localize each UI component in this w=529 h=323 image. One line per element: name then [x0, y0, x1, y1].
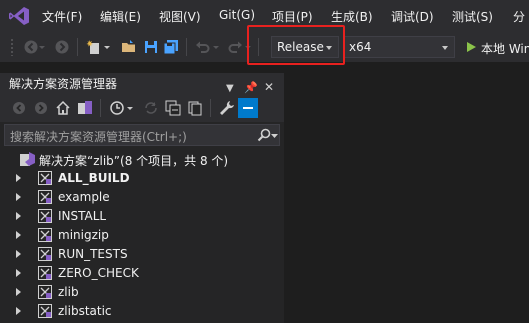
cmake-project-icon [38, 209, 52, 223]
menu-file[interactable]: 文件(F) [42, 8, 82, 25]
filter-dropdown-icon[interactable] [126, 99, 134, 117]
expand-arrow-icon[interactable] [16, 250, 21, 258]
toolbar-separator [186, 38, 187, 56]
tree-row[interactable]: zlibstatic [0, 302, 284, 321]
switch-views-icon[interactable] [76, 99, 94, 117]
search-placeholder: 搜索解决方案资源管理器(Ctrl+;) [10, 130, 187, 144]
forward-icon[interactable] [53, 38, 71, 56]
menu-analyze[interactable]: 分 [513, 8, 525, 25]
tree-row[interactable]: INSTALL [0, 207, 284, 226]
expand-arrow-icon[interactable] [16, 174, 21, 182]
undo-dropdown-icon[interactable] [212, 38, 220, 56]
menu-edit[interactable]: 编辑(E) [100, 8, 141, 25]
toolbar-grip[interactable] [10, 38, 14, 56]
menu-project[interactable]: 项目(P) [272, 8, 313, 25]
pending-changes-filter-icon[interactable] [108, 99, 126, 117]
tree-row[interactable]: ZERO_CHECK [0, 264, 284, 283]
cmake-project-icon [38, 266, 52, 280]
project-label: zlib [58, 285, 79, 299]
expand-arrow-icon[interactable] [16, 288, 21, 296]
new-dropdown-icon[interactable] [103, 38, 111, 56]
start-debugging-button[interactable]: 本地 Win [481, 40, 529, 57]
tree-row[interactable]: minigzip [0, 226, 284, 245]
search-options-chevron-icon[interactable] [271, 133, 278, 139]
solution-explorer-panel: 解决方案资源管理器 ▼ 📌 ✕ 搜索解决方案资源管理器(Ctrl+;) 解决方案… [0, 73, 284, 323]
solution-platform-select[interactable]: x64 [343, 36, 455, 58]
project-label: example [58, 190, 110, 204]
back-dropdown-icon[interactable] [38, 38, 46, 56]
undo-icon[interactable] [194, 38, 212, 56]
start-debugging-icon[interactable] [462, 38, 480, 56]
project-label: INSTALL [58, 209, 107, 223]
expand-arrow-icon[interactable] [16, 269, 21, 277]
sync-icon[interactable] [142, 99, 160, 117]
redo-icon[interactable] [226, 38, 244, 56]
toolbar-separator [210, 99, 211, 117]
solution-label: 解决方案“zlib”(8 个项目，共 8 个) [39, 154, 229, 168]
save-icon[interactable] [142, 38, 160, 56]
back-icon[interactable] [10, 99, 28, 117]
tree-row[interactable]: ALL_BUILD [0, 169, 284, 188]
project-label: ZERO_CHECK [58, 266, 139, 280]
menu-view[interactable]: 视图(V) [159, 8, 201, 25]
solution-icon [20, 152, 35, 166]
expand-arrow-icon[interactable] [16, 307, 21, 315]
tree-row[interactable]: zlib [0, 283, 284, 302]
visual-studio-logo-icon[interactable] [8, 6, 30, 26]
search-icon[interactable] [257, 128, 271, 142]
expand-arrow-icon[interactable] [16, 193, 21, 201]
solution-explorer-title: 解决方案资源管理器 [9, 77, 118, 91]
cmake-project-icon [38, 228, 52, 242]
solution-platform-value: x64 [349, 40, 372, 54]
menu-test[interactable]: 测试(S) [452, 8, 493, 25]
new-project-icon[interactable] [85, 38, 103, 56]
configuration-highlight-box [247, 25, 345, 65]
project-label: zlibstatic [58, 304, 112, 318]
cmake-project-icon [38, 190, 52, 204]
preview-selected-items-icon[interactable] [238, 98, 258, 118]
cmake-project-icon [38, 247, 52, 261]
project-label: ALL_BUILD [58, 171, 130, 185]
open-folder-icon[interactable] [120, 38, 138, 56]
show-all-files-icon[interactable] [186, 99, 204, 117]
expand-arrow-icon[interactable] [16, 231, 21, 239]
tree-row[interactable]: RUN_TESTS [0, 245, 284, 264]
toolbar-separator [100, 99, 101, 117]
menu-build[interactable]: 生成(B) [331, 8, 373, 25]
menu-debug[interactable]: 调试(D) [391, 8, 434, 25]
solution-explorer-search-input[interactable]: 搜索解决方案资源管理器(Ctrl+;) [4, 124, 280, 146]
solution-explorer-toolbar [0, 95, 284, 122]
expand-arrow-icon[interactable] [16, 212, 21, 220]
tree-row[interactable]: example [0, 188, 284, 207]
collapse-all-icon[interactable] [164, 99, 182, 117]
cmake-project-icon [38, 171, 52, 185]
solution-node[interactable]: 解决方案“zlib”(8 个项目，共 8 个) [0, 150, 284, 169]
cmake-project-icon [38, 285, 52, 299]
menu-git[interactable]: Git(G) [219, 8, 255, 22]
save-all-icon[interactable] [162, 38, 180, 56]
chevron-down-icon [442, 46, 448, 50]
forward-icon[interactable] [32, 99, 50, 117]
properties-wrench-icon[interactable] [218, 99, 236, 117]
project-label: RUN_TESTS [58, 247, 128, 261]
cmake-project-icon [38, 304, 52, 318]
home-icon[interactable] [54, 99, 72, 117]
project-label: minigzip [58, 228, 109, 242]
solution-explorer-title-bar: 解决方案资源管理器 ▼ 📌 ✕ [0, 73, 284, 95]
toolbar-separator [77, 38, 78, 56]
